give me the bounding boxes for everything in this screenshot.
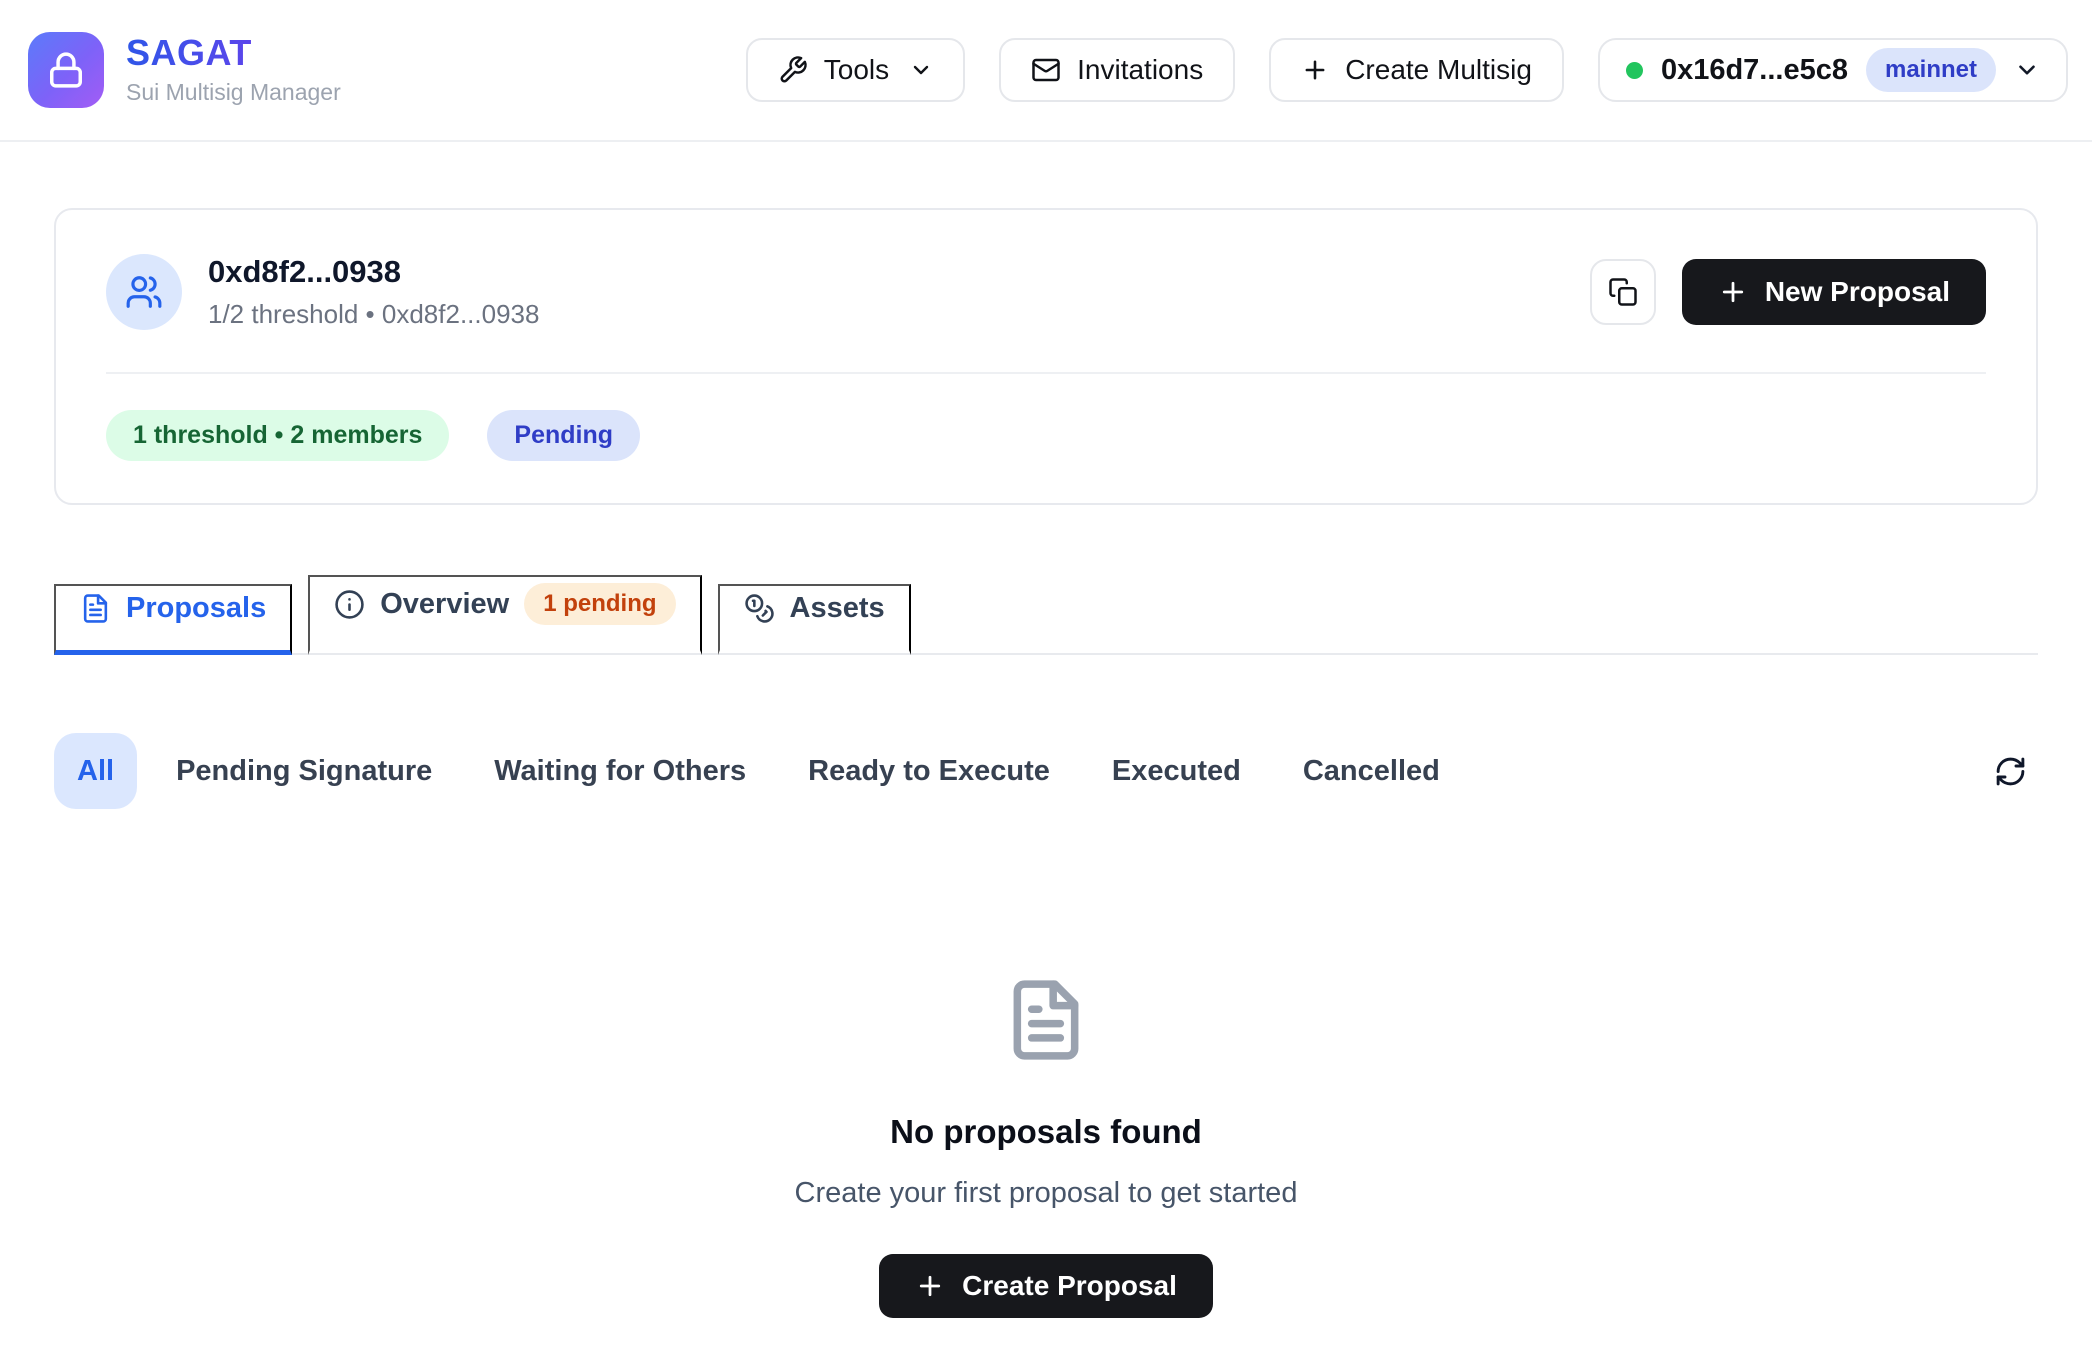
members-badge: 1 threshold • 2 members: [106, 410, 449, 461]
status-badge: Pending: [487, 410, 640, 461]
users-icon: [125, 273, 163, 311]
create-proposal-label: Create Proposal: [962, 1270, 1177, 1302]
empty-state-subtitle: Create your first proposal to get starte…: [795, 1177, 1298, 1210]
file-text-icon: [80, 593, 111, 624]
tab-proposals[interactable]: Proposals: [54, 584, 292, 655]
refresh-icon: [1994, 755, 2027, 788]
main-content: 0xd8f2...0938 1/2 threshold • 0xd8f2...0…: [0, 208, 2092, 1318]
create-proposal-button[interactable]: Create Proposal: [879, 1254, 1213, 1318]
lock-icon: [47, 51, 85, 89]
multisig-identity: 0xd8f2...0938 1/2 threshold • 0xd8f2...0…: [106, 254, 539, 330]
plus-icon: [1301, 56, 1329, 84]
tools-button[interactable]: Tools: [746, 38, 965, 102]
filter-all[interactable]: All: [54, 733, 137, 809]
filter-executed[interactable]: Executed: [1089, 733, 1264, 809]
tab-bar: Proposals Overview 1 pending Assets: [54, 575, 2038, 655]
plus-icon: [915, 1271, 945, 1301]
filter-ready-to-execute[interactable]: Ready to Execute: [785, 733, 1073, 809]
pending-count-badge: 1 pending: [524, 583, 675, 625]
multisig-card-actions: New Proposal: [1590, 259, 1986, 325]
app-logo: [28, 32, 104, 108]
filter-pending-signature[interactable]: Pending Signature: [153, 733, 455, 809]
multisig-title: 0xd8f2...0938: [208, 254, 539, 290]
filter-waiting-for-others[interactable]: Waiting for Others: [471, 733, 769, 809]
chevron-down-icon: [2014, 57, 2040, 83]
header-actions: Tools Invitations Create Multisig 0x16d7…: [746, 38, 2068, 102]
multisig-card: 0xd8f2...0938 1/2 threshold • 0xd8f2...0…: [54, 208, 2038, 505]
empty-state: No proposals found Create your first pro…: [54, 977, 2038, 1318]
proposal-filter-bar: All Pending Signature Waiting for Others…: [54, 733, 2038, 809]
multisig-titles: 0xd8f2...0938 1/2 threshold • 0xd8f2...0…: [208, 254, 539, 330]
chevron-down-icon: [909, 58, 933, 82]
invitations-label: Invitations: [1077, 54, 1203, 86]
create-multisig-button[interactable]: Create Multisig: [1269, 38, 1564, 102]
plus-icon: [1718, 277, 1748, 307]
empty-state-title: No proposals found: [890, 1113, 1202, 1151]
tab-assets[interactable]: Assets: [718, 584, 911, 655]
refresh-button[interactable]: [1982, 743, 2038, 799]
copy-icon: [1608, 277, 1638, 307]
copy-address-button[interactable]: [1590, 259, 1656, 325]
tab-overview[interactable]: Overview 1 pending: [308, 575, 701, 655]
connection-status-dot: [1626, 62, 1643, 79]
new-proposal-label: New Proposal: [1765, 276, 1950, 308]
tab-proposals-label: Proposals: [126, 592, 266, 625]
wallet-address: 0x16d7...e5c8: [1661, 54, 1848, 87]
network-badge: mainnet: [1866, 48, 1996, 92]
app-tagline: Sui Multisig Manager: [126, 79, 341, 106]
mail-icon: [1031, 55, 1061, 85]
brand-text: SAGAT Sui Multisig Manager: [126, 34, 341, 106]
invitations-button[interactable]: Invitations: [999, 38, 1235, 102]
create-multisig-label: Create Multisig: [1345, 54, 1532, 86]
app-header: SAGAT Sui Multisig Manager Tools Invitat…: [0, 0, 2092, 142]
new-proposal-button[interactable]: New Proposal: [1682, 259, 1986, 325]
multisig-avatar: [106, 254, 182, 330]
app-title: SAGAT: [126, 34, 341, 72]
multisig-subtitle: 1/2 threshold • 0xd8f2...0938: [208, 299, 539, 330]
filter-cancelled[interactable]: Cancelled: [1280, 733, 1463, 809]
coins-icon: [744, 593, 775, 624]
info-icon: [334, 589, 365, 620]
brand: SAGAT Sui Multisig Manager: [28, 32, 341, 108]
tab-assets-label: Assets: [790, 592, 885, 625]
card-divider: [106, 372, 1986, 374]
wrench-icon: [778, 55, 808, 85]
multisig-badges: 1 threshold • 2 members Pending: [106, 410, 1986, 461]
wallet-selector[interactable]: 0x16d7...e5c8 mainnet: [1598, 38, 2068, 102]
file-text-icon: [1003, 977, 1089, 1063]
tab-overview-label: Overview: [380, 588, 509, 621]
tools-label: Tools: [824, 54, 889, 86]
